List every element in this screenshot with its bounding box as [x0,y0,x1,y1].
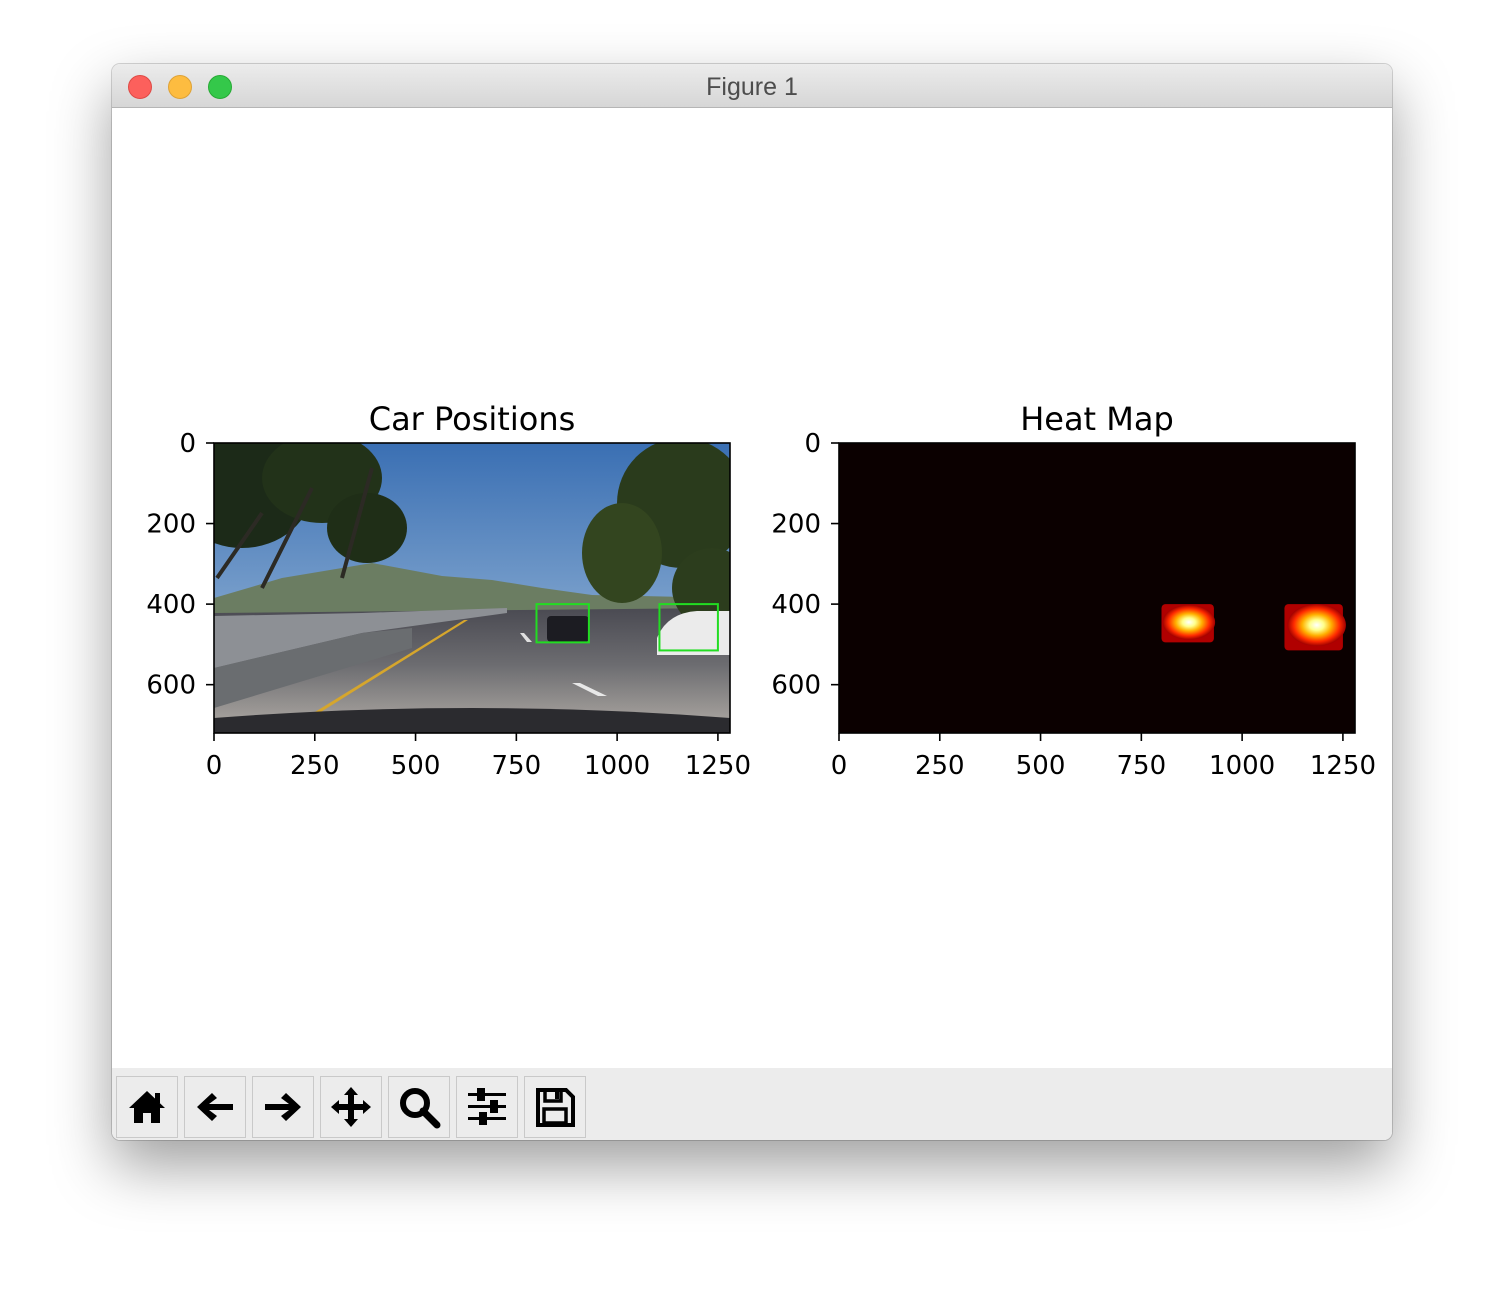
title-bar[interactable]: Figure 1 [112,64,1392,108]
zoom-icon [400,1088,441,1129]
pan-button[interactable] [320,1076,382,1138]
window-title: Figure 1 [706,73,798,101]
x-tick-label: 750 [1117,751,1167,781]
home-button[interactable] [116,1076,178,1138]
configure-subplots-button[interactable] [456,1076,518,1138]
heat-peak [1162,604,1216,640]
forward-button[interactable] [252,1076,314,1138]
car-positions-image [214,443,730,733]
home-icon [129,1091,165,1123]
zoom-button[interactable] [388,1076,450,1138]
x-tick-label: 500 [391,751,441,781]
sliders-icon [468,1088,506,1125]
arrow-right-icon [265,1093,301,1121]
x-tick-label: 250 [915,751,965,781]
y-tick-label: 400 [771,590,821,620]
y-tick-label: 400 [146,590,196,620]
axes1-title: Car Positions [369,400,576,438]
x-tick-label: 1250 [1310,751,1376,781]
y-tick-label: 600 [146,671,196,701]
y-tick-label: 200 [146,510,196,540]
x-tick-label: 250 [290,751,340,781]
x-tick-label: 1250 [685,751,751,781]
back-button[interactable] [184,1076,246,1138]
y-tick-label: 0 [804,429,821,459]
x-tick-label: 1000 [584,751,650,781]
heatmap-background [839,443,1355,733]
axes2-title: Heat Map [1020,400,1174,438]
figure-window: Figure 1 Car Positions 0 250 500 750 100… [112,64,1392,1140]
y-tick-label: 600 [771,671,821,701]
x-tick-label: 0 [831,751,848,781]
figure-canvas[interactable]: Car Positions 0 250 500 750 1000 1250 0 … [112,108,1392,1068]
y-tick-label: 0 [179,429,196,459]
figure-svg: Car Positions 0 250 500 750 1000 1250020… [146,400,1376,781]
save-icon [536,1088,575,1127]
heat-peak [1287,604,1346,647]
x-tick-label: 1000 [1209,751,1275,781]
x-tick-label: 500 [1016,751,1066,781]
navigation-toolbar [112,1068,1392,1140]
pan-icon [331,1087,371,1127]
x-tick-label: 750 [492,751,542,781]
save-button[interactable] [524,1076,586,1138]
x-tick-label: 0 [206,751,223,781]
y-tick-label: 200 [771,510,821,540]
arrow-left-icon [197,1093,233,1121]
